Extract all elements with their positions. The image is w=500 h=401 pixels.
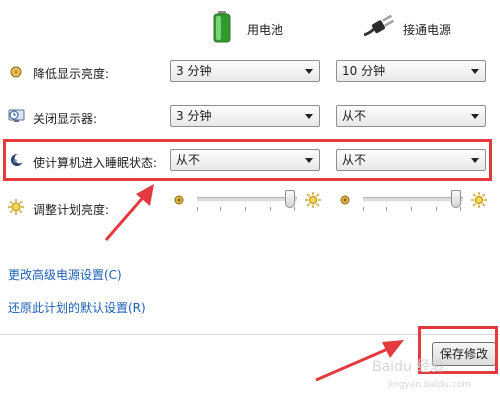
turn-off-display-battery-value: 3 分钟 [176, 109, 212, 123]
turn-off-display-label: 关闭显示器: [33, 112, 98, 126]
battery-icon [213, 11, 231, 43]
dim-sun-icon [173, 194, 185, 206]
advanced-power-settings-link[interactable]: 更改高级电源设置(C) [8, 266, 122, 283]
turn-off-display-battery-select[interactable]: 3 分钟 [170, 105, 320, 127]
restore-default-settings-link[interactable]: 还原此计划的默认设置(R) [8, 299, 146, 316]
slider-tick [294, 207, 295, 211]
dim-display-battery-value: 3 分钟 [176, 64, 212, 78]
chevron-down-icon [305, 114, 313, 119]
battery-column-header: 用电池 [247, 23, 284, 37]
power-plug-icon [363, 14, 395, 39]
plugged-brightness-slider-track[interactable] [363, 197, 463, 202]
slider-tick [197, 207, 198, 211]
slider-tick [386, 207, 387, 211]
dim-sun-icon [339, 194, 351, 206]
battery-brightness-slider-thumb[interactable] [285, 190, 295, 208]
slider-tick [220, 207, 221, 211]
dim-display-label: 降低显示亮度: [33, 67, 110, 81]
slider-tick [363, 207, 364, 211]
battery-brightness-slider-track[interactable] [197, 197, 297, 202]
brightness-label: 调整计划亮度: [33, 203, 110, 217]
turn-off-display-plugged-select[interactable]: 从不 [336, 105, 486, 127]
chevron-down-icon [471, 114, 479, 119]
chevron-down-icon [471, 69, 479, 74]
slider-tick [411, 207, 412, 211]
watermark-url: jingyan.baidu.com [388, 380, 472, 390]
slider-tick [245, 207, 246, 211]
turn-off-display-plugged-value: 从不 [342, 109, 367, 123]
bright-sun-icon [304, 191, 322, 209]
plugged-brightness-slider-thumb[interactable] [451, 190, 461, 208]
dim-display-plugged-value: 10 分钟 [342, 64, 386, 78]
dim-display-battery-select[interactable]: 3 分钟 [170, 60, 320, 82]
plugged-in-column-header: 接通电源 [403, 23, 452, 37]
slider-tick [460, 207, 461, 211]
monitor-clock-icon [8, 108, 25, 124]
slider-tick [436, 207, 437, 211]
bright-sun-icon [470, 191, 488, 209]
sun-icon [7, 198, 24, 215]
dim-brightness-icon [8, 64, 24, 80]
chevron-down-icon [305, 69, 313, 74]
sleep-row-highlight [3, 139, 492, 181]
annotation-arrow-icon [100, 180, 160, 244]
watermark-logo: Baidu 经验 [372, 359, 445, 375]
dim-display-plugged-select[interactable]: 10 分钟 [336, 60, 486, 82]
slider-tick [270, 207, 271, 211]
